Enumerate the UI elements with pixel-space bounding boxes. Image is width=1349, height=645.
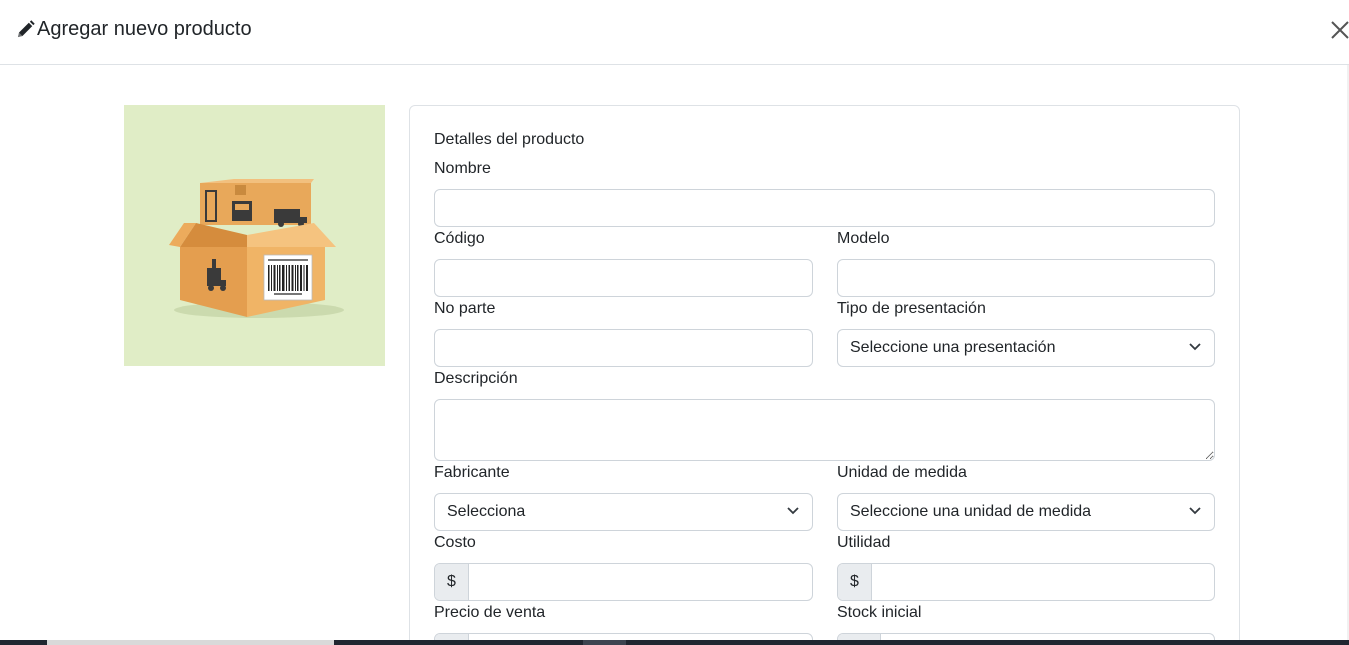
unidad-medida-label: Unidad de medida	[837, 464, 967, 481]
chevron-down-icon	[786, 503, 800, 522]
product-image[interactable]	[124, 105, 385, 366]
product-box-icon	[169, 179, 344, 318]
chevron-down-icon	[1188, 503, 1202, 522]
fabricante-value: Selecciona	[447, 503, 526, 520]
utilidad-input[interactable]	[872, 564, 1214, 600]
nombre-label: Nombre	[434, 160, 491, 177]
utilidad-input-group: $	[837, 563, 1215, 601]
fabricante-select[interactable]: Selecciona	[434, 493, 813, 531]
modal-title: Agregar nuevo producto	[16, 16, 252, 42]
pencil-icon	[16, 19, 35, 39]
modal-header: Agregar nuevo producto	[0, 0, 1349, 65]
tipo-presentacion-label: Tipo de presentación	[837, 300, 986, 317]
taskbar	[0, 640, 1349, 645]
currency-addon: $	[838, 564, 872, 600]
precio-venta-label: Precio de venta	[434, 604, 546, 621]
codigo-input[interactable]	[434, 259, 813, 297]
close-icon	[1331, 20, 1349, 44]
fabricante-label: Fabricante	[434, 464, 510, 481]
unidad-medida-value: Seleccione una unidad de medida	[850, 503, 1092, 520]
tipo-presentacion-value: Seleccione una presentación	[850, 339, 1056, 356]
section-title: Detalles del producto	[434, 131, 585, 148]
modelo-label: Modelo	[837, 230, 890, 247]
modal-title-text: Agregar nuevo producto	[37, 17, 252, 40]
nombre-input[interactable]	[434, 189, 1215, 227]
no-parte-label: No parte	[434, 300, 496, 317]
utilidad-label: Utilidad	[837, 534, 891, 551]
stock-inicial-label: Stock inicial	[837, 604, 922, 621]
costo-input[interactable]	[469, 564, 812, 600]
close-button[interactable]	[1328, 20, 1349, 44]
unidad-medida-select[interactable]: Seleccione una unidad de medida	[837, 493, 1215, 531]
costo-input-group: $	[434, 563, 813, 601]
taskbar-active-item[interactable]	[47, 640, 334, 645]
tipo-presentacion-select[interactable]: Seleccione una presentación	[837, 329, 1215, 367]
descripcion-textarea[interactable]	[434, 399, 1215, 461]
codigo-label: Código	[434, 230, 485, 247]
chevron-down-icon	[1188, 339, 1202, 358]
descripcion-label: Descripción	[434, 370, 518, 387]
product-details-card: Detalles del producto Nombre Código Mode…	[409, 105, 1240, 645]
costo-label: Costo	[434, 534, 476, 551]
modelo-input[interactable]	[837, 259, 1215, 297]
no-parte-input[interactable]	[434, 329, 813, 367]
taskbar-item[interactable]	[583, 640, 626, 645]
currency-addon: $	[435, 564, 469, 600]
